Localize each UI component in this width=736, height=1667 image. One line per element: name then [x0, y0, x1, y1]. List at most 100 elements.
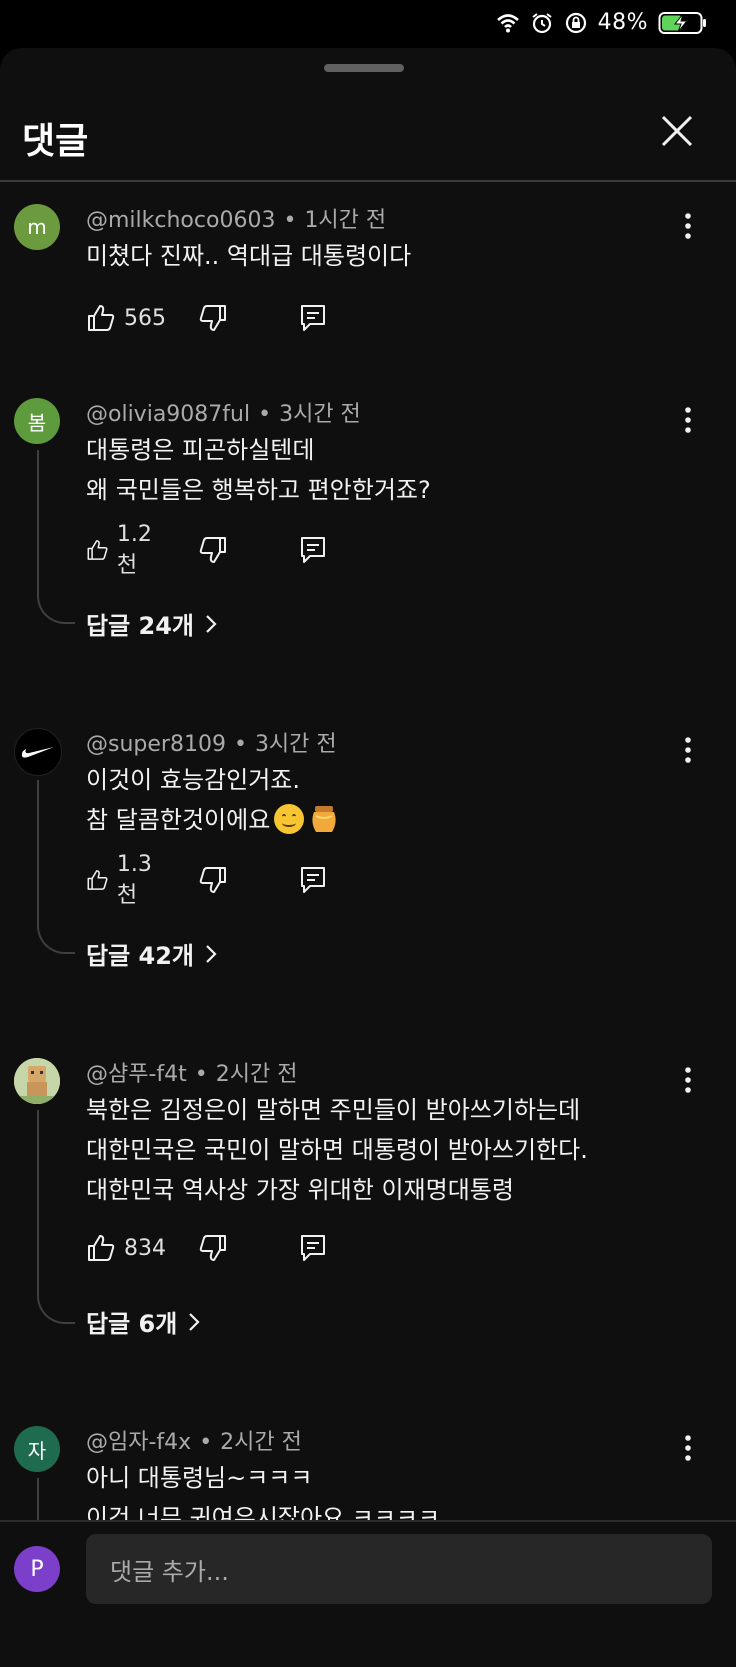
comment-text: 북한은 김정은이 말하면 주민들이 받아쓰기하는데 대한민국은 국민이 말하면 …	[86, 1090, 588, 1210]
my-avatar[interactable]: P	[14, 1546, 60, 1592]
reply-button[interactable]	[300, 862, 326, 898]
more-vertical-icon	[685, 1435, 691, 1461]
more-options-button[interactable]	[672, 400, 704, 440]
replies-count-label: 답글 42개	[86, 942, 194, 970]
comment-author[interactable]: @olivia9087ful	[86, 402, 250, 427]
comment-line-with-emoji: 참 달콤한것이에요	[86, 800, 338, 840]
comment-meta: @milkchoco0603 • 1시간 전	[86, 208, 387, 233]
comment-item: m @milkchoco0603 • 1시간 전 미쳤다 진짜.. 역대급 대통령이…	[0, 182, 736, 372]
avatar[interactable]	[14, 1058, 60, 1104]
comment-meta: @임자-f4x • 2시간 전	[86, 1430, 302, 1455]
comment-time: 3시간 전	[254, 732, 337, 757]
comments-sheet: 댓글 m @milkchoco0603 • 1시간 전 미쳤다 진짜.. 역대급 대…	[0, 48, 736, 1667]
thread-line	[37, 780, 75, 954]
like-count: 1.3천	[116, 851, 152, 908]
like-count: 1.2천	[116, 521, 152, 578]
battery-charging-icon	[658, 11, 708, 35]
reply-comment-icon	[301, 1235, 325, 1261]
comment-time: 2시간 전	[215, 1062, 298, 1087]
comment-text: 이것이 효능감인거죠. 참 달콤한것이에요	[86, 760, 338, 840]
like-button[interactable]: 1.2천	[86, 522, 159, 578]
comment-author[interactable]: @샴푸-f4t	[86, 1062, 187, 1087]
comment-list[interactable]: m @milkchoco0603 • 1시간 전 미쳤다 진짜.. 역대급 대통령이…	[0, 182, 736, 1568]
avatar[interactable]	[14, 728, 62, 776]
more-vertical-icon	[685, 1067, 691, 1093]
comment-author[interactable]: @super8109	[86, 732, 226, 757]
avatar[interactable]: m	[14, 204, 60, 250]
comment-time: 3시간 전	[279, 402, 361, 427]
thread-line	[37, 450, 75, 624]
thread-line	[37, 1110, 75, 1324]
view-replies-button[interactable]: 답글 24개	[86, 606, 218, 641]
comment-item: @샴푸-f4t • 2시간 전 북한은 김정은이 말하면 주민들이 받아쓰기하는데 …	[0, 1036, 736, 1376]
more-vertical-icon	[685, 213, 691, 239]
avatar-letter: 봄	[27, 410, 47, 435]
comment-line: 이것이 효능감인거죠.	[86, 766, 300, 794]
thumbs-down-icon	[199, 537, 226, 563]
more-options-button[interactable]	[672, 1428, 704, 1468]
like-button[interactable]: 834	[86, 1230, 166, 1266]
add-comment-input[interactable]: 댓글 추가...	[86, 1534, 712, 1604]
sheet-title: 댓글	[22, 121, 89, 162]
comment-line: 왜 국민들은 행복하고 편안한거죠?	[86, 476, 431, 504]
thumbs-up-icon	[88, 1235, 115, 1261]
avatar[interactable]: 봄	[14, 398, 60, 444]
more-options-button[interactable]	[672, 1060, 704, 1100]
avatar-letter: m	[27, 215, 47, 239]
comment-author[interactable]: @milkchoco0603	[86, 208, 275, 233]
comment-author[interactable]: @임자-f4x	[86, 1430, 191, 1455]
like-button[interactable]: 565	[86, 300, 166, 336]
replies-count-label: 답글 6개	[86, 1310, 178, 1338]
reply-button[interactable]	[300, 300, 326, 336]
alarm-icon	[530, 11, 554, 35]
avatar-letter: 자	[27, 1438, 47, 1463]
my-avatar-letter: P	[30, 1556, 44, 1582]
dislike-button[interactable]	[198, 862, 228, 898]
comment-meta: @olivia9087ful • 3시간 전	[86, 402, 361, 427]
more-vertical-icon	[685, 737, 691, 763]
replies-count-label: 답글 24개	[86, 612, 194, 640]
swoosh-logo-icon	[21, 747, 54, 758]
close-icon	[661, 115, 693, 147]
comment-line: 아니 대통령님~ㅋㅋㅋ	[86, 1464, 313, 1492]
smiling-face-emoji-icon	[274, 804, 305, 834]
more-vertical-icon	[685, 407, 691, 433]
comment-meta: @super8109 • 3시간 전	[86, 732, 337, 757]
comment-meta: @샴푸-f4t • 2시간 전	[86, 1062, 298, 1087]
thumbs-down-icon	[199, 867, 226, 893]
comment-line: 미쳤다 진짜.. 역대급 대통령이다	[86, 242, 412, 270]
comment-line: 대한민국 역사상 가장 위대한 이재명대통령	[86, 1176, 514, 1204]
thumbs-up-icon	[87, 870, 108, 890]
reply-comment-icon	[301, 305, 325, 331]
reply-button[interactable]	[300, 532, 326, 568]
status-bar: 48%	[0, 0, 736, 48]
more-options-button[interactable]	[672, 730, 704, 770]
thumbs-up-icon	[88, 305, 115, 331]
like-count: 834	[124, 1235, 166, 1261]
like-button[interactable]: 1.3천	[86, 852, 159, 908]
comment-line: 북한은 김정은이 말하면 주민들이 받아쓰기하는데	[86, 1096, 581, 1124]
wifi-icon	[496, 11, 520, 35]
avatar[interactable]: 자	[14, 1426, 60, 1472]
battery-percent: 48%	[597, 10, 648, 35]
dislike-button[interactable]	[198, 1230, 228, 1266]
thumbs-down-icon	[199, 305, 226, 331]
reply-comment-icon	[301, 867, 325, 893]
reply-button[interactable]	[300, 1230, 326, 1266]
comment-text: 미쳤다 진짜.. 역대급 대통령이다	[86, 236, 411, 276]
view-replies-button[interactable]: 답글 42개	[86, 936, 218, 971]
honey-pot-emoji-icon	[310, 804, 338, 834]
dislike-button[interactable]	[198, 300, 228, 336]
comment-composer: P 댓글 추가...	[0, 1520, 736, 1667]
more-options-button[interactable]	[672, 206, 704, 246]
rotation-lock-icon	[564, 11, 588, 35]
comment-line: 대통령은 피곤하실텐데	[86, 436, 315, 464]
comment-item: 봄 @olivia9087ful • 3시간 전 대통령은 피곤하실텐데 왜 국민들…	[0, 376, 736, 696]
dislike-button[interactable]	[198, 532, 228, 568]
drag-handle[interactable]	[324, 64, 404, 72]
profile-photo-icon	[14, 1058, 60, 1104]
view-replies-button[interactable]: 답글 6개	[86, 1304, 201, 1339]
chevron-right-icon	[189, 1312, 200, 1331]
reply-comment-icon	[301, 537, 325, 563]
close-button[interactable]	[654, 108, 700, 154]
